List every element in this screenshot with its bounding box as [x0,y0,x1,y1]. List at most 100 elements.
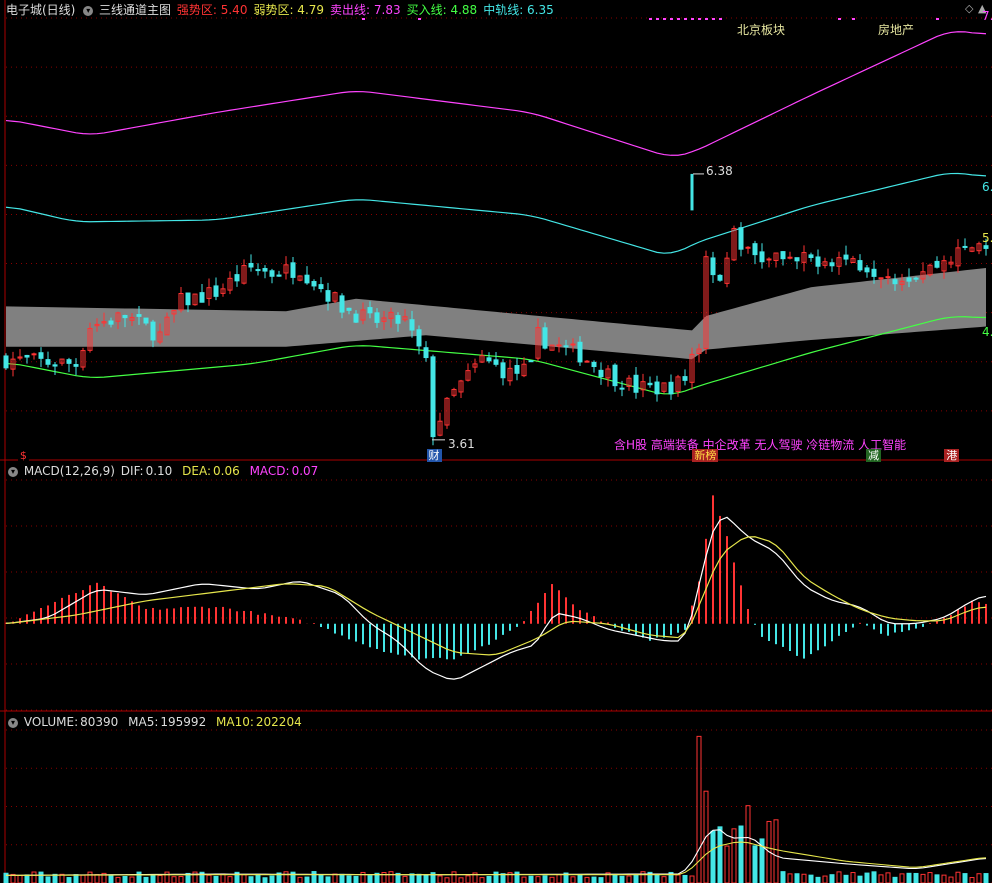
candle-body [304,274,310,284]
volume-bar [94,874,100,883]
candle-body [493,359,499,365]
candle-body [871,268,877,277]
volume-bar [773,819,779,883]
signal-marker [712,18,715,20]
macd-label: MACD: [249,464,290,478]
volume-bar [262,877,268,883]
dif-label: DIF: [120,464,144,478]
event-tag-4[interactable]: 港 [944,449,960,462]
volume-bar [787,873,793,883]
volume-bar [157,875,163,883]
candle-body [934,260,940,268]
volume-bar [136,871,142,883]
candle-body [269,270,275,277]
right-price-label-3: 4. [982,325,992,340]
candle-body [752,243,758,256]
volume-bar [423,874,429,883]
volume-dropdown-icon[interactable]: ▾ [8,717,18,728]
volume-bar [640,871,646,883]
candle-body [255,269,261,272]
candle-body [213,285,219,297]
indicator-name[interactable]: 三线通道主图 [99,3,171,17]
volume-bar [108,874,114,883]
volume-bar [248,876,254,883]
volume-value: 80390 [80,715,119,729]
volume-bar [598,877,604,883]
signal-marker [691,18,694,20]
volume-bar [129,876,135,883]
event-tag-3[interactable]: 减 [866,449,882,462]
volume-bar [584,876,590,883]
candle-body [73,364,79,367]
dea-value: 0.06 [213,464,240,478]
main-chart-header: 电子城(日线) ▾ 三线通道主图 强势区: 5.40 弱势区: 4.79 卖出线: … [6,1,562,19]
volume-bar [206,874,212,883]
candle-body [647,382,653,386]
candle-body [717,274,723,281]
volume-bar [822,875,828,883]
volume-bar [80,874,86,883]
volume-bar [675,874,681,883]
volume-bar [416,873,422,883]
candle-body [248,262,254,268]
dea-label: DEA: [182,464,212,478]
volume-bar [255,873,261,883]
volume-bar [724,845,730,883]
volume-bar [311,871,317,883]
volume-bar [738,825,744,883]
low-marker: 3.61 [448,437,475,451]
header-item-2: 卖出线: 7.83 [330,3,401,17]
volume-bar [465,875,471,883]
volume-bar [346,875,352,883]
volume-bar [164,871,170,883]
candle-body [766,258,772,261]
candle-body [829,262,835,267]
candle-body [108,320,114,325]
volume-bar [325,876,331,883]
signal-marker [684,18,687,20]
collapse-icon[interactable]: ◇ [965,2,973,15]
candle-body [759,251,765,263]
macd-dropdown-icon[interactable]: ▾ [8,466,18,477]
volume-bar [941,874,947,883]
candle-body [864,267,870,273]
volume-bar [570,876,576,883]
candle-body [668,381,674,395]
volume-bar [388,871,394,883]
candle-body [500,362,506,379]
candle-body [983,245,989,249]
volume-bar [906,872,912,883]
candle-body [584,360,590,363]
signal-marker [677,18,680,20]
volume-bar [626,875,632,883]
ma5-label: MA5: [128,715,159,729]
volume-bar [220,873,226,883]
volume-bar [353,875,359,883]
macd-name[interactable]: MACD(12,26,9) [24,464,115,478]
event-tag-0[interactable]: $ [17,449,29,462]
volume-name[interactable]: VOLUME: [24,715,78,729]
volume-bar [661,876,667,883]
macd-value: 0.07 [291,464,319,478]
volume-bar [801,873,807,883]
volume-bar [150,874,156,883]
candle-body [52,364,58,367]
indicator-dropdown-icon[interactable]: ▾ [83,5,94,16]
candle-body [857,260,863,271]
volume-bar [339,873,345,883]
volume-bar [549,876,555,883]
event-tag-2[interactable]: 新榜 [692,449,719,462]
signal-marker [698,18,701,20]
volume-bar [45,876,51,883]
volume-bar [66,877,72,883]
dif-value: 0.10 [145,464,173,478]
volume-bar [283,871,289,883]
candle-body [311,281,317,287]
volume-bar [794,873,800,883]
signal-marker [719,18,722,20]
candle-body [682,376,688,381]
volume-bar [73,874,79,883]
candle-body [122,314,128,319]
event-tag-1[interactable]: 财 [426,449,442,462]
candle-body [843,254,849,260]
